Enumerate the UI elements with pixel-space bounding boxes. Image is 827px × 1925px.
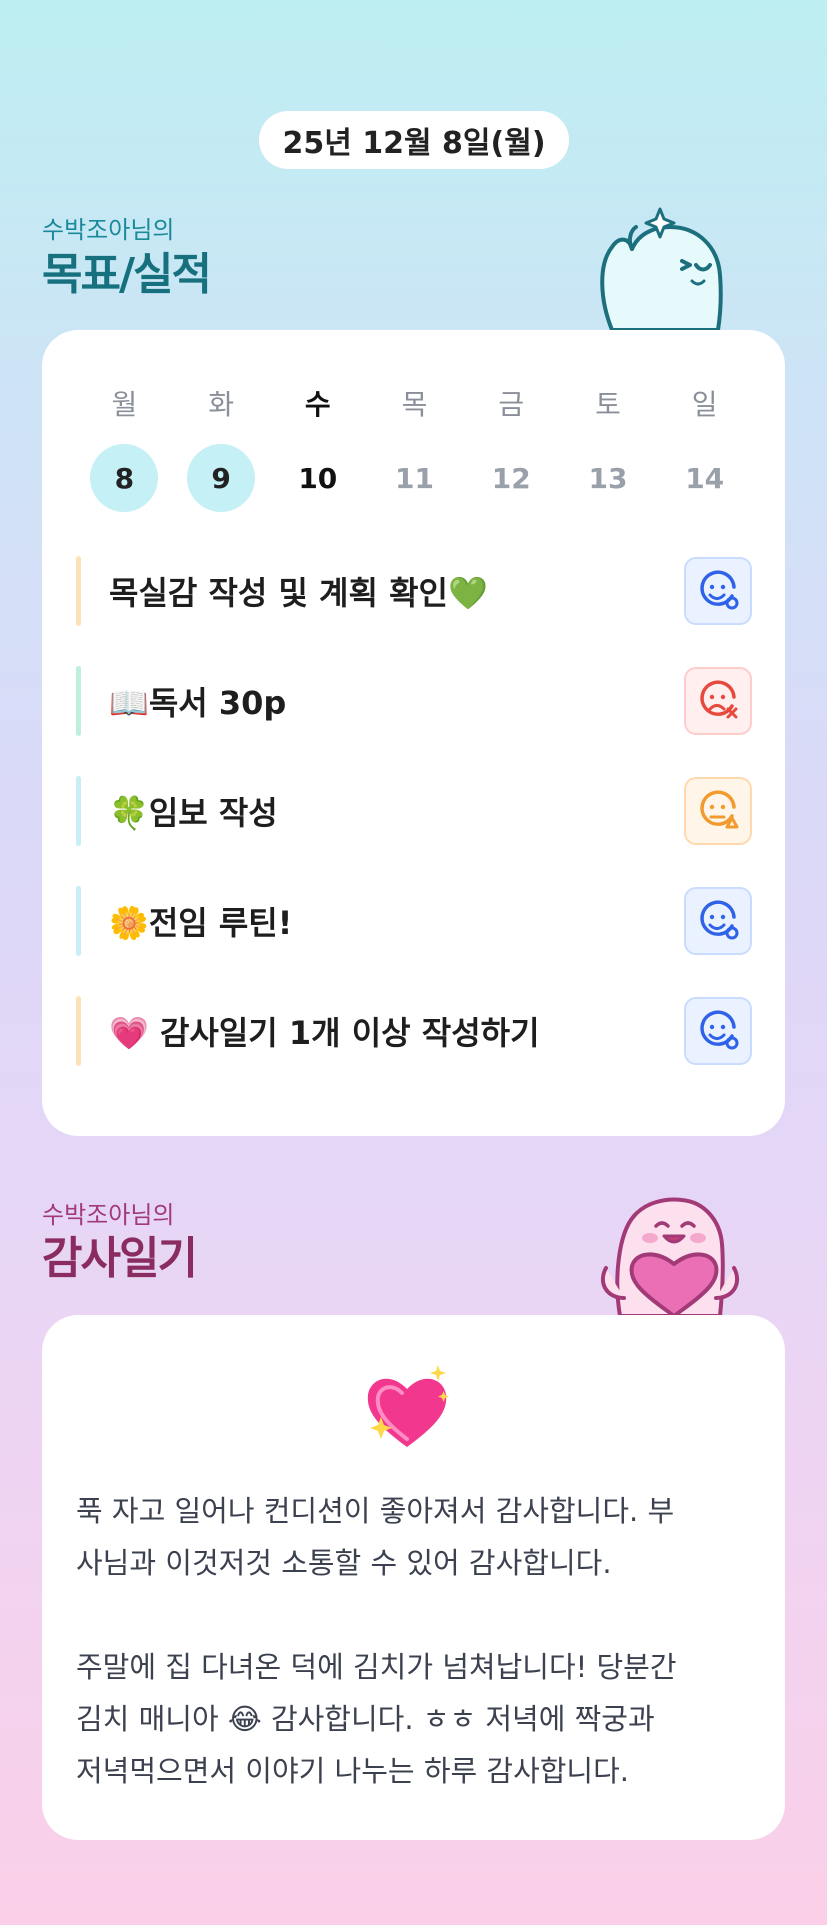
day-name: 토 bbox=[595, 388, 621, 421]
smile-check-icon bbox=[700, 900, 739, 940]
day-thu[interactable]: 목 11 bbox=[366, 380, 463, 512]
gratitude-section-title: 감사일기 bbox=[42, 1233, 198, 1284]
day-mon[interactable]: 월 8 bbox=[76, 380, 173, 512]
day-number[interactable]: 13 bbox=[574, 444, 642, 512]
day-name: 일 bbox=[691, 388, 718, 421]
goal-item[interactable]: 📖독서 30p bbox=[76, 665, 752, 737]
day-sat[interactable]: 토 13 bbox=[560, 380, 657, 512]
goal-status-button[interactable] bbox=[684, 997, 752, 1065]
day-wed[interactable]: 수 10 bbox=[269, 380, 366, 512]
smile-check-icon bbox=[700, 1010, 739, 1050]
goal-color-bar bbox=[76, 556, 81, 626]
neutral-triangle-icon bbox=[700, 790, 739, 829]
day-name: 금 bbox=[498, 388, 525, 421]
date-pill[interactable]: 25년 12월 8일(월) bbox=[259, 111, 569, 169]
goal-color-bar bbox=[76, 776, 81, 846]
day-fri[interactable]: 금 12 bbox=[463, 380, 560, 512]
goal-label: 목실감 작성 및 계획 확인💚 bbox=[109, 574, 488, 612]
goal-label: 💗 감사일기 1개 이상 작성하기 bbox=[109, 1014, 540, 1052]
goals-card: 월 8 화 9 수 10 목 11 금 12 토 13 일 14 목실감 작성 … bbox=[42, 330, 785, 1136]
goal-item[interactable]: 💗 감사일기 1개 이상 작성하기 bbox=[76, 995, 752, 1067]
goals-section-title: 목표/실적 bbox=[42, 249, 212, 300]
goal-item[interactable]: 목실감 작성 및 계획 확인💚 bbox=[76, 555, 752, 627]
goal-label: 🌼전임 루틴! bbox=[109, 904, 293, 942]
goal-item[interactable]: 🌼전임 루틴! bbox=[76, 885, 752, 957]
day-name: 수 bbox=[304, 388, 331, 421]
goal-color-bar bbox=[76, 996, 81, 1066]
goal-color-bar bbox=[76, 886, 81, 956]
gratitude-card: 푹 자고 일어나 컨디션이 좋아져서 감사합니다. 부 사님과 이것저것 소통할… bbox=[42, 1315, 785, 1840]
goal-label: 🍀임보 작성 bbox=[109, 794, 278, 832]
goal-item[interactable]: 🍀임보 작성 bbox=[76, 775, 752, 847]
goal-status-button[interactable] bbox=[684, 887, 752, 955]
day-sun[interactable]: 일 14 bbox=[656, 380, 753, 512]
mint-mascot-illustration bbox=[600, 207, 723, 332]
day-number[interactable]: 8 bbox=[90, 444, 159, 512]
goal-status-button[interactable] bbox=[684, 557, 752, 625]
day-number[interactable]: 14 bbox=[671, 444, 739, 512]
pink-mascot-illustration bbox=[600, 1197, 740, 1318]
day-number[interactable]: 11 bbox=[381, 444, 449, 512]
day-number[interactable]: 9 bbox=[187, 444, 256, 512]
goal-status-button[interactable] bbox=[684, 777, 752, 845]
day-tue[interactable]: 화 9 bbox=[173, 380, 270, 512]
sparkling-heart-icon bbox=[367, 1365, 449, 1447]
gratitude-body-text: 푹 자고 일어나 컨디션이 좋아져서 감사합니다. 부 사님과 이것저것 소통할… bbox=[76, 1494, 677, 1788]
goal-status-button[interactable] bbox=[684, 667, 752, 735]
day-name: 월 bbox=[111, 388, 138, 421]
goal-label: 📖독서 30p bbox=[109, 684, 287, 722]
week-strip: 월 8 화 9 수 10 목 11 금 12 토 13 일 14 bbox=[76, 380, 753, 512]
day-name: 목 bbox=[401, 388, 428, 421]
smile-check-icon bbox=[700, 570, 739, 610]
frown-x-icon bbox=[700, 680, 738, 719]
goal-color-bar bbox=[76, 666, 81, 736]
day-number[interactable]: 10 bbox=[284, 444, 352, 512]
day-name: 화 bbox=[208, 388, 234, 421]
day-number[interactable]: 12 bbox=[477, 444, 545, 512]
